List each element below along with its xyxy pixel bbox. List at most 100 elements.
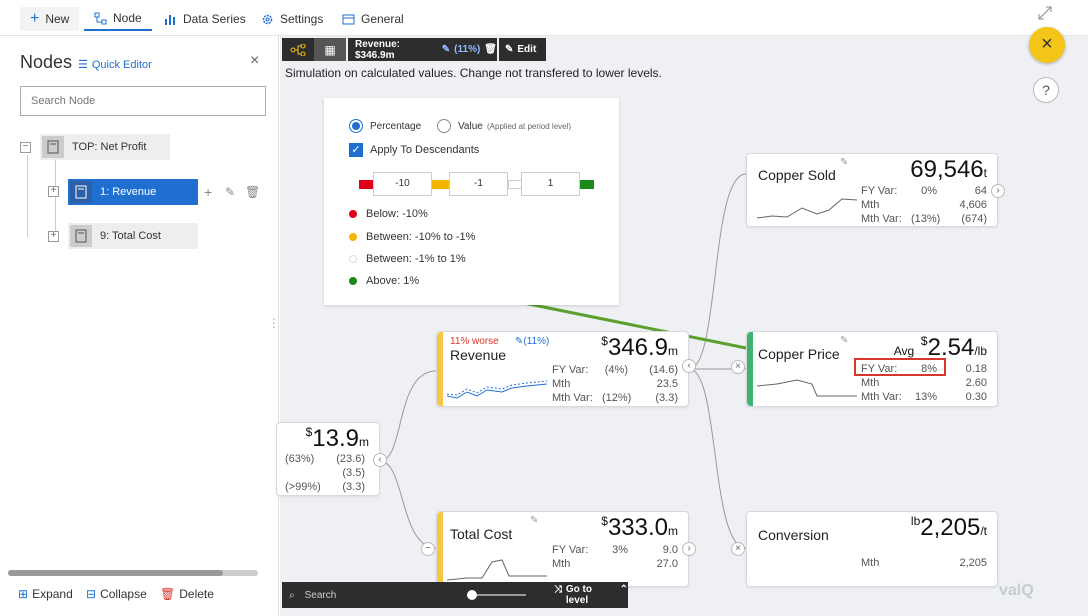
collapse-button[interactable]: ⊟ Collapse: [86, 587, 147, 601]
expand-icon: ⊞: [18, 587, 29, 601]
node-card-copper-sold[interactable]: Copper Sold ✎ 69,546t FY Var: 0% 64 Mth 4,6…: [746, 153, 1005, 227]
card-value: $333.0m: [601, 514, 678, 541]
go-to-level-button[interactable]: ⤨ Go to level ⌃: [554, 584, 628, 606]
node-card-total-cost[interactable]: Total Cost ✎ $333.0m FY Var: 3% 9.0 Mth 27.…: [421, 511, 696, 587]
add-node-icon[interactable]: +: [204, 184, 212, 200]
value-note: (Applied at period level): [487, 122, 572, 131]
red-threshold-bar: [359, 180, 374, 189]
legend-label: Below: -10%: [366, 208, 428, 220]
dot-icon: [349, 255, 357, 263]
value-radio[interactable]: [437, 119, 451, 133]
variance-flag: 11% worse: [450, 336, 499, 347]
nodes-panel: Nodes ☰Quick Editor × − TOP: Net Profit …: [0, 36, 280, 616]
expand-toggle[interactable]: +: [48, 186, 59, 197]
tree-item-net-profit[interactable]: TOP: Net Profit: [40, 134, 170, 160]
bar-chart-icon: [165, 14, 175, 25]
close-icon[interactable]: ×: [1029, 27, 1065, 63]
value-label: Value: [458, 121, 483, 132]
sim-indicator[interactable]: ✎(11%): [515, 336, 549, 347]
chevron-left-icon[interactable]: ‹: [373, 453, 387, 467]
status-bar: [437, 332, 443, 406]
card-title: Copper Price: [758, 346, 840, 362]
status-bar: [747, 332, 753, 406]
simulation-panel: Percentage Value (Applied at period leve…: [324, 98, 619, 305]
tree-item-revenue[interactable]: 1: Revenue: [68, 179, 198, 205]
threshold-input-low[interactable]: -10: [373, 172, 432, 196]
tab-general-label: General: [361, 12, 404, 26]
tab-node[interactable]: Node: [84, 7, 152, 31]
legend-between-1: Between: -10% to -1%: [349, 231, 475, 243]
tree-item-label: 9: Total Cost: [100, 230, 161, 242]
window-icon: [342, 14, 355, 24]
tree-line: [55, 156, 56, 238]
chevron-left-icon[interactable]: ‹: [682, 359, 696, 373]
trash-icon[interactable]: 🗑: [245, 185, 260, 199]
tab-settings-label: Settings: [280, 12, 324, 26]
collapse-icon: ⊟: [86, 587, 97, 601]
percentage-label: Percentage: [370, 121, 422, 132]
pencil-icon[interactable]: ✎: [530, 515, 538, 526]
expand-label: Expand: [32, 587, 73, 601]
pencil-icon[interactable]: ✎: [840, 335, 848, 346]
card-title: Total Cost: [450, 526, 513, 542]
quick-editor-link[interactable]: ☰ Quick Editor: [78, 58, 152, 72]
collapse-label: Collapse: [100, 587, 147, 601]
chevron-right-icon[interactable]: ›: [682, 542, 696, 556]
horizontal-scrollbar[interactable]: [8, 570, 258, 576]
node-icon: [94, 12, 107, 24]
delete-button[interactable]: 🗑 Delete: [160, 587, 214, 601]
multiply-icon[interactable]: ×: [731, 542, 745, 556]
tab-data-series[interactable]: Data Series: [154, 7, 256, 31]
status-bar: [437, 512, 443, 586]
legend-between-2: Between: -1% to 1%: [349, 253, 466, 265]
node-card-conversion[interactable]: Conversion lb2,205/t Mth 2,205 ×: [731, 511, 998, 587]
card-rows: FY Var: (4%) (14.6) Mth 23.5 Mth Var: (12%)(…: [552, 364, 678, 404]
level-slider[interactable]: [467, 590, 526, 600]
panel-title: Nodes: [20, 52, 73, 72]
drag-handle-icon[interactable]: ⋮: [268, 316, 280, 330]
white-threshold-bar: [508, 180, 522, 189]
legend-above: Above: 1%: [349, 275, 419, 287]
expand-window-icon[interactable]: [1038, 6, 1052, 20]
node-card-revenue[interactable]: 11% worse ✎(11%) Revenue $346.9m FY Var:…: [436, 331, 696, 407]
collapse-toggle[interactable]: −: [20, 142, 31, 153]
expand-toggle[interactable]: +: [48, 231, 59, 242]
new-label: New: [45, 12, 70, 26]
card-rows: Mth 2,205: [861, 557, 987, 569]
green-threshold-bar: [580, 180, 594, 189]
top-toolbar: + New Node Data Series Settings General: [0, 0, 1088, 36]
apply-descendants-checkbox[interactable]: ✓: [349, 143, 363, 157]
node-card-copper-price[interactable]: Copper Price ✎ Avg $2.54/lb FY Var: 8% 0.1…: [731, 331, 998, 407]
legend-label: Above: 1%: [366, 275, 420, 287]
delete-label: Delete: [179, 587, 214, 601]
close-panel-icon[interactable]: ×: [250, 52, 259, 70]
new-button[interactable]: + New: [20, 7, 80, 31]
legend-label: Between: -10% to -1%: [366, 231, 476, 243]
threshold-input-high[interactable]: 1: [521, 172, 580, 196]
search-node-input[interactable]: [20, 86, 266, 116]
sparkline: [757, 379, 857, 397]
card-rows: (63%) (23.6) (3.5) (>99%) (3.3): [285, 453, 365, 493]
tree-item-total-cost[interactable]: 9: Total Cost: [68, 223, 198, 249]
node-calc-icon: [70, 225, 92, 247]
expand-button[interactable]: ⊞ Expand: [18, 587, 73, 601]
chevron-up-icon: ⌃: [619, 584, 628, 595]
trash-icon: 🗑: [160, 587, 176, 601]
tab-general[interactable]: General: [332, 7, 414, 31]
tab-settings[interactable]: Settings: [251, 7, 333, 31]
multiply-icon[interactable]: ×: [731, 360, 745, 374]
pencil-icon[interactable]: ✎: [840, 157, 848, 168]
help-icon[interactable]: ?: [1033, 77, 1059, 103]
yellow-threshold-bar: [432, 180, 449, 189]
node-card-net-profit[interactable]: $13.9m (63%) (23.6) (3.5) (>99%) (3.3) ‹: [276, 422, 387, 496]
sparkline: [447, 559, 547, 581]
card-rows: FY Var: 0% 64 Mth 4,606 Mth Var: (13%) (674): [861, 185, 987, 225]
minus-icon[interactable]: −: [421, 542, 435, 556]
card-rows: FY Var: 3% 9.0 Mth 27.0: [552, 544, 678, 570]
percentage-radio[interactable]: [349, 119, 363, 133]
card-value: lb2,205/t: [910, 514, 987, 541]
chevron-right-icon[interactable]: ›: [991, 184, 1005, 198]
threshold-input-mid[interactable]: -1: [449, 172, 508, 196]
pencil-icon[interactable]: ✎: [225, 185, 235, 199]
bottom-search-input[interactable]: Search: [305, 590, 442, 601]
